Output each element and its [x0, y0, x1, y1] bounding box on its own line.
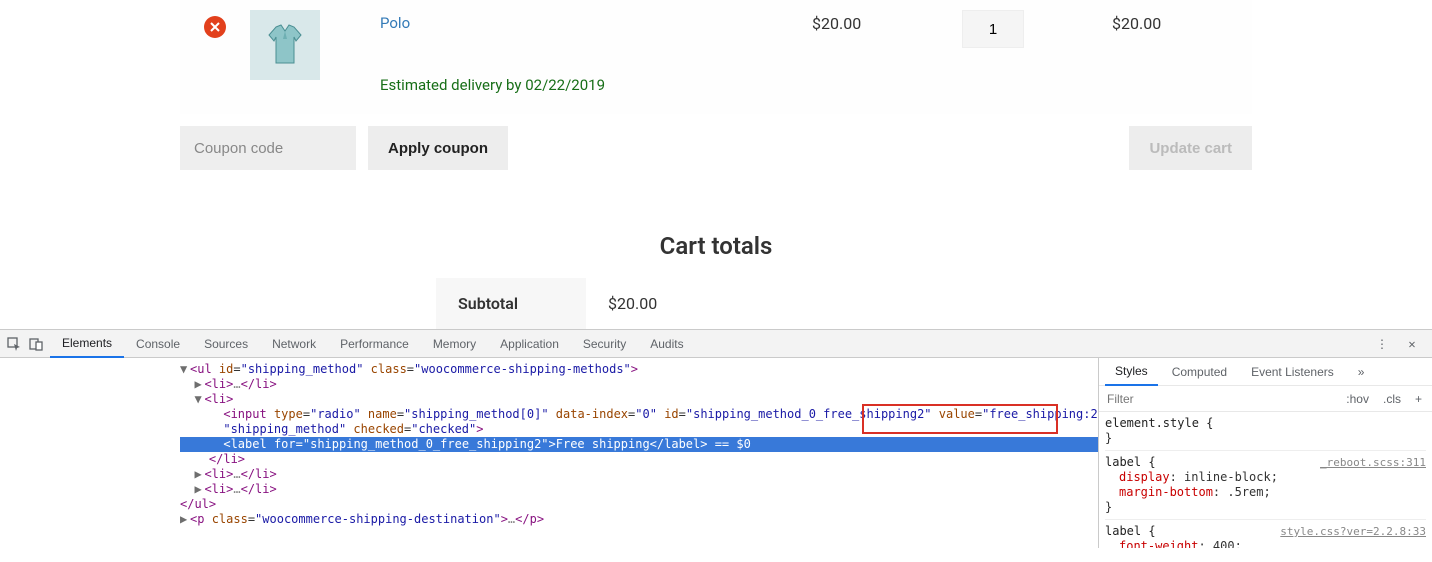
- computed-tab[interactable]: Computed: [1162, 358, 1237, 386]
- more-tabs-icon[interactable]: »: [1348, 358, 1375, 386]
- apply-coupon-button[interactable]: Apply coupon: [368, 126, 508, 170]
- subtotal-value: $20.00: [586, 278, 996, 329]
- cart-totals-heading: Cart totals: [0, 232, 1432, 260]
- remove-item-button[interactable]: [204, 16, 226, 38]
- tab-console[interactable]: Console: [124, 330, 192, 358]
- devtools-panel: Elements Console Sources Network Perform…: [0, 329, 1432, 548]
- delivery-estimate: Estimated delivery by 02/22/2019: [380, 76, 812, 94]
- add-rule-button[interactable]: +: [1409, 390, 1428, 408]
- tab-sources[interactable]: Sources: [192, 330, 260, 358]
- coupon-input[interactable]: [180, 126, 356, 170]
- devtools-tabs: Elements Console Sources Network Perform…: [0, 330, 1432, 358]
- tab-network[interactable]: Network: [260, 330, 328, 358]
- styles-panel: Styles Computed Event Listeners » :hov .…: [1098, 358, 1432, 548]
- event-listeners-tab[interactable]: Event Listeners: [1241, 358, 1344, 386]
- tab-elements[interactable]: Elements: [50, 330, 124, 358]
- item-price: $20.00: [812, 10, 962, 33]
- styles-tab[interactable]: Styles: [1105, 358, 1158, 386]
- cart-totals-table: Subtotal $20.00: [436, 278, 996, 329]
- rule-source[interactable]: style.css?ver=2.2.8:33: [1280, 524, 1426, 539]
- css-rules[interactable]: element.style { } _reboot.scss:311 label…: [1099, 412, 1432, 548]
- device-icon[interactable]: [28, 336, 44, 352]
- styles-filter-input[interactable]: [1099, 392, 1340, 406]
- dom-tree[interactable]: ▼<ul id="shipping_method" class="woocomm…: [0, 358, 1098, 548]
- inspect-icon[interactable]: [6, 336, 22, 352]
- subtotal-label: Subtotal: [436, 278, 586, 329]
- update-cart-button: Update cart: [1129, 126, 1252, 170]
- product-link[interactable]: Polo: [380, 14, 410, 32]
- polo-shirt-icon: [261, 21, 309, 69]
- tab-security[interactable]: Security: [571, 330, 638, 358]
- tab-application[interactable]: Application: [488, 330, 571, 358]
- cart-actions: Apply coupon Update cart: [180, 126, 1252, 170]
- cls-toggle[interactable]: .cls: [1377, 390, 1407, 408]
- devtools-close-icon[interactable]: ✕: [1404, 336, 1420, 352]
- tab-memory[interactable]: Memory: [421, 330, 488, 358]
- kebab-icon[interactable]: ⋮: [1374, 336, 1390, 352]
- rule-source[interactable]: _reboot.scss:311: [1320, 455, 1426, 470]
- hov-toggle[interactable]: :hov: [1340, 390, 1375, 408]
- item-total: $20.00: [1112, 10, 1252, 33]
- product-thumbnail[interactable]: [250, 10, 320, 80]
- tab-audits[interactable]: Audits: [638, 330, 695, 358]
- subtotal-row: Subtotal $20.00: [436, 278, 996, 329]
- selected-dom-node: <label for="shipping_method_0_free_shipp…: [180, 437, 1098, 452]
- close-icon: [210, 22, 220, 32]
- cart-item-row: Polo Estimated delivery by 02/22/2019 $2…: [180, 0, 1252, 114]
- tab-performance[interactable]: Performance: [328, 330, 421, 358]
- quantity-input[interactable]: [962, 10, 1024, 48]
